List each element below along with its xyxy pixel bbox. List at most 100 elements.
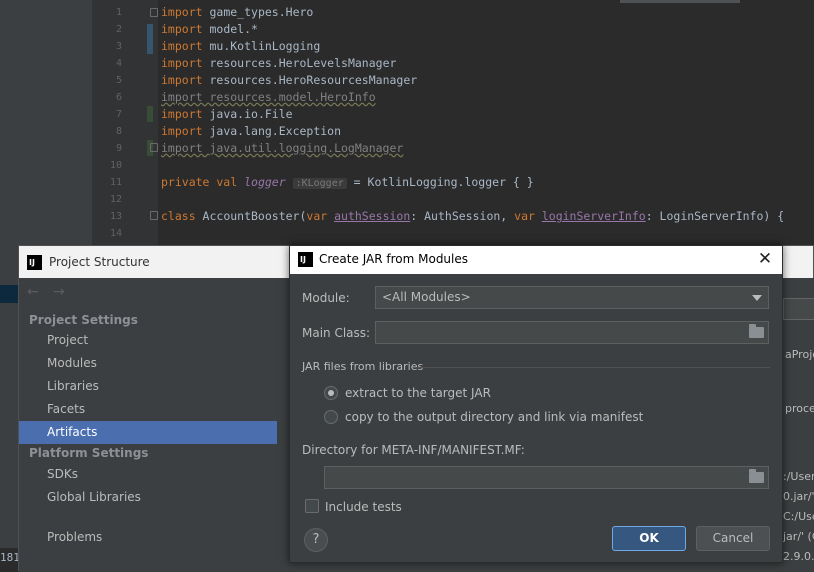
- keyword: var: [306, 209, 335, 223]
- import-path: resources.HeroLevelsManager: [209, 56, 397, 70]
- dialog-title-bar[interactable]: IJ Create JAR from Modules ✕: [290, 246, 782, 274]
- line-number: 13: [109, 211, 122, 222]
- import-path: game_types.Hero: [209, 5, 314, 19]
- text-fragment: C:/Use: [783, 510, 814, 523]
- section-divider: [416, 367, 770, 368]
- keyword: var: [514, 209, 542, 223]
- keyword: import: [161, 107, 203, 121]
- import-path: resources.HeroResourcesManager: [209, 73, 418, 87]
- sidebar-item-problems[interactable]: Problems: [19, 526, 277, 549]
- code-text: : LoginServerInfo) {: [645, 209, 785, 223]
- text-fragment: jar/' (C:: [783, 530, 814, 543]
- module-value: <All Modules>: [382, 290, 471, 304]
- import-path: model.*: [209, 22, 258, 36]
- fold-icon[interactable]: [150, 143, 158, 152]
- intellij-icon: IJ: [298, 252, 313, 267]
- text-fragment: proces: [785, 402, 814, 415]
- line-number: 1: [115, 7, 122, 18]
- sidebar-item-artifacts[interactable]: Artifacts: [19, 421, 277, 444]
- line-number: 9: [115, 143, 122, 154]
- module-combobox[interactable]: <All Modules>: [375, 286, 769, 309]
- text-fragment: 2.9.0.j: [783, 550, 814, 563]
- line-number: 10: [109, 160, 122, 171]
- added-marker[interactable]: [147, 106, 153, 122]
- keyword: class: [161, 209, 203, 223]
- fold-icon[interactable]: [150, 211, 158, 220]
- line-number: 5: [115, 75, 122, 86]
- change-marker[interactable]: [147, 24, 153, 54]
- cancel-button[interactable]: Cancel: [696, 526, 770, 551]
- tree-selection: [0, 285, 20, 303]
- sidebar-item-libraries[interactable]: Libraries: [19, 375, 277, 398]
- include-tests-checkbox[interactable]: [305, 499, 319, 513]
- section-header-platform-settings: Platform Settings: [29, 446, 149, 460]
- line-number: 11: [109, 177, 122, 188]
- code-line: class AccountBooster(var authSession: Au…: [161, 209, 784, 223]
- manifest-label: Directory for META-INF/MANIFEST.MF:: [302, 443, 525, 457]
- back-arrow-icon[interactable]: ←: [27, 284, 39, 300]
- code-text: = KotlinLogging.logger { }: [346, 175, 534, 189]
- keyword: import: [161, 73, 203, 87]
- unused-import: import java.util.logging.LogManager: [161, 141, 404, 155]
- code-line: private val logger :KLogger = KotlinLogg…: [161, 175, 534, 189]
- code-line: import java.lang.Exception: [161, 124, 341, 138]
- line-number-fragment: 181: [0, 548, 20, 571]
- line-number: 6: [115, 92, 122, 103]
- settings-sidebar: ← → Project Settings Project Modules Lib…: [19, 278, 277, 572]
- radio-extract[interactable]: [324, 386, 338, 400]
- property-name: loginServerInfo: [541, 209, 646, 223]
- dialog-title: Create JAR from Modules: [319, 252, 469, 266]
- property-name: logger: [244, 175, 286, 189]
- line-number: 2: [115, 24, 122, 35]
- jar-section-title: JAR files from libraries: [302, 360, 424, 373]
- line-number: 3: [115, 41, 122, 52]
- intellij-icon: IJ: [27, 255, 42, 270]
- radio-copy-label[interactable]: copy to the output directory and link vi…: [345, 410, 643, 424]
- sidebar-item-facets[interactable]: Facets: [19, 398, 277, 421]
- keyword: import: [161, 5, 203, 19]
- radio-extract-label[interactable]: extract to the target JAR: [345, 386, 491, 400]
- close-icon[interactable]: ✕: [756, 249, 774, 269]
- line-number: 4: [115, 58, 122, 69]
- text-fragment: 0.jar/': [783, 490, 814, 503]
- sidebar-item-modules[interactable]: Modules: [19, 352, 277, 375]
- code-text: : AuthSession,: [410, 209, 515, 223]
- code-line: import mu.KotlinLogging: [161, 39, 320, 53]
- sidebar-item-sdks[interactable]: SDKs: [19, 463, 277, 486]
- line-number: 14: [109, 228, 122, 239]
- include-tests-label[interactable]: Include tests: [325, 500, 402, 514]
- keyword: import: [161, 39, 203, 53]
- editor-scrollbar[interactable]: [620, 0, 740, 3]
- type-hint: :KLogger: [292, 178, 347, 189]
- folder-browse-icon[interactable]: [749, 469, 764, 483]
- radio-copy[interactable]: [324, 410, 338, 424]
- code-line: import game_types.Hero: [161, 5, 313, 19]
- text-fragment: aProje: [785, 348, 814, 361]
- forward-arrow-icon[interactable]: →: [53, 284, 65, 300]
- sidebar-item-global-libraries[interactable]: Global Libraries: [19, 486, 277, 509]
- class-name: AccountBooster(: [202, 209, 307, 223]
- keyword: import: [161, 22, 203, 36]
- import-path: java.lang.Exception: [209, 124, 342, 138]
- help-icon[interactable]: ?: [304, 528, 328, 552]
- manifest-directory-field[interactable]: [324, 466, 769, 489]
- window-title: Project Structure: [49, 255, 150, 269]
- unused-import: import resources.model.HeroInfo: [161, 90, 376, 104]
- main-class-field[interactable]: [375, 321, 769, 344]
- ok-button[interactable]: OK: [612, 526, 686, 551]
- line-number: 12: [109, 194, 122, 205]
- text-fragment: :/Users: [783, 470, 814, 483]
- code-line: import model.*: [161, 22, 258, 36]
- import-path: java.io.File: [209, 107, 293, 121]
- fold-icon[interactable]: [150, 8, 158, 17]
- main-class-label: Main Class:: [302, 326, 371, 340]
- folder-browse-icon[interactable]: [749, 324, 764, 338]
- create-jar-dialog: IJ Create JAR from Modules ✕ Module: <Al…: [289, 245, 783, 563]
- line-number: 8: [115, 126, 122, 137]
- code-line: import java.util.logging.LogManager: [161, 141, 403, 155]
- keyword: private val: [161, 175, 245, 189]
- keyword: import: [161, 124, 203, 138]
- property-name: authSession: [334, 209, 411, 223]
- sidebar-item-project[interactable]: Project: [19, 329, 277, 352]
- code-line: import java.io.File: [161, 107, 293, 121]
